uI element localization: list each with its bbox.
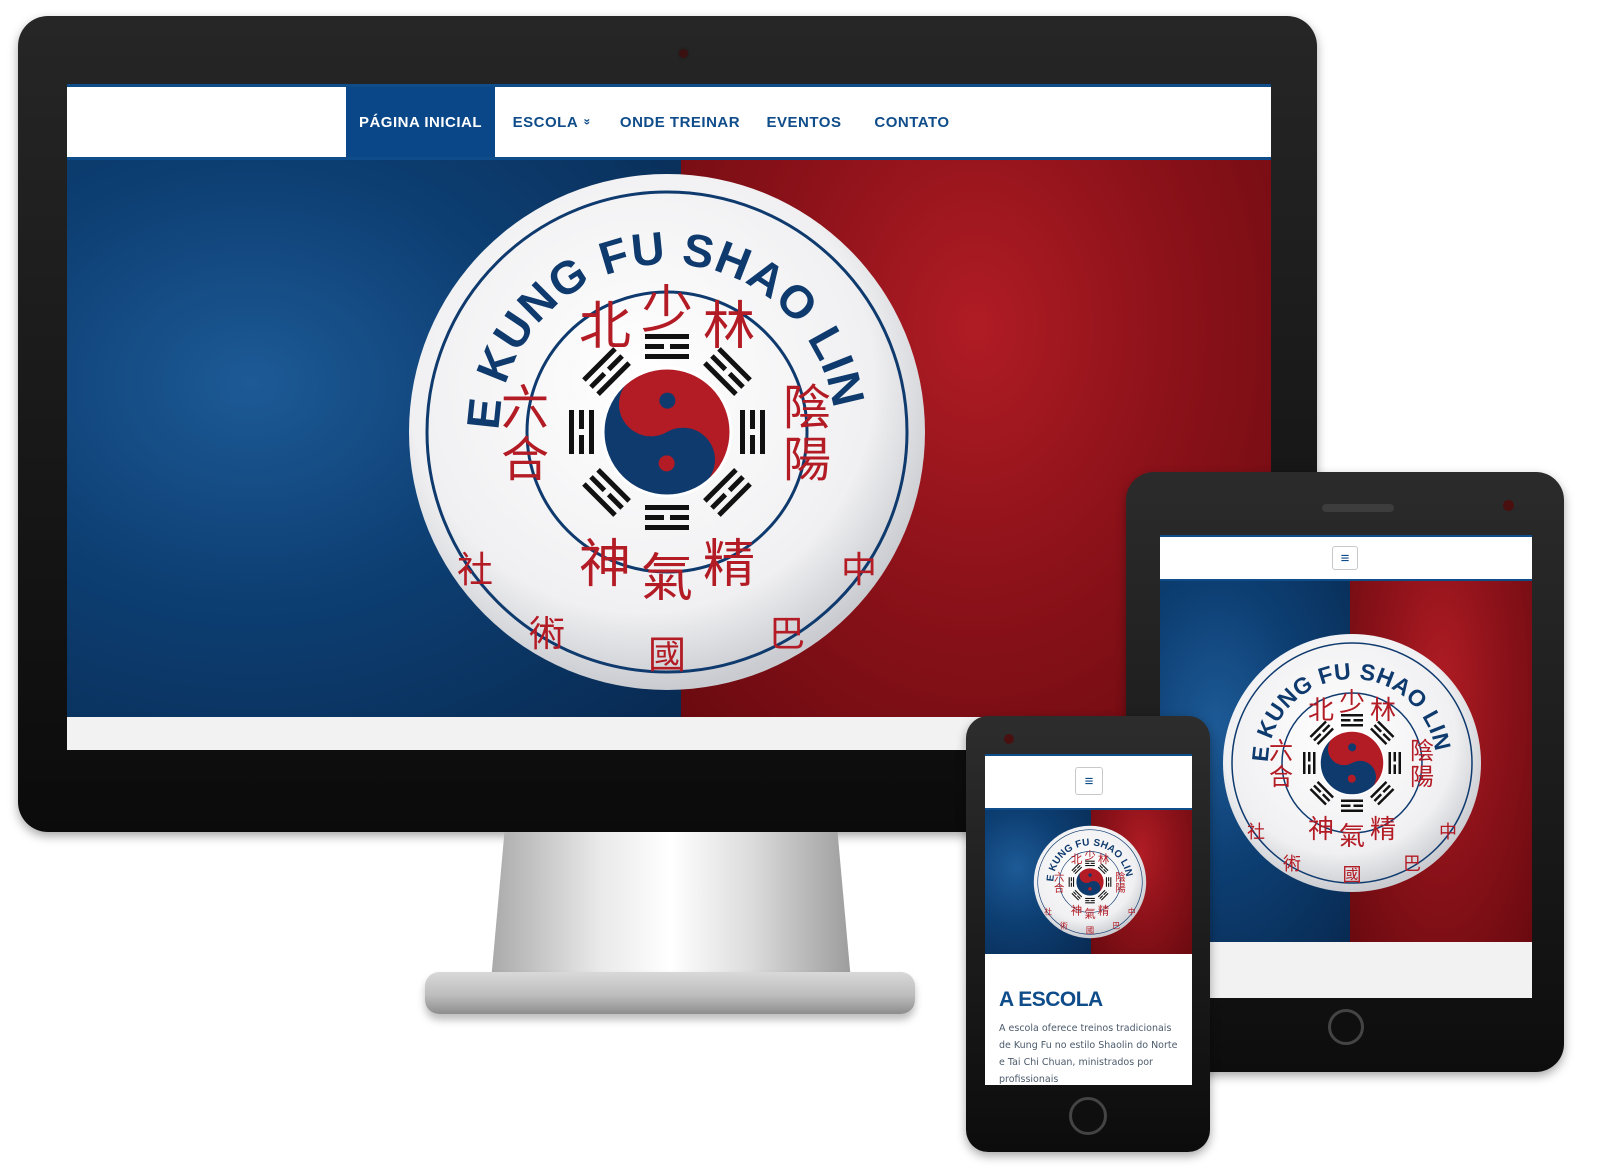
hero-banner: 北少林六合 陰陽神氣精 社術 國 巴中 (1160, 581, 1532, 942)
desktop-monitor: PÁGINA INICIAL ESCOLA» ONDE TREINAR EVEN… (18, 16, 1317, 832)
logo-char: 合 (1269, 763, 1293, 791)
logo-char: 術 (1060, 921, 1068, 931)
logo-char: 北 (1308, 696, 1334, 726)
logo-char: 合 (501, 432, 549, 488)
logo-char: 陰 (1410, 737, 1434, 765)
logo-char: 中 (1128, 907, 1136, 917)
desktop-screen: PÁGINA INICIAL ESCOLA» ONDE TREINAR EVEN… (67, 84, 1271, 750)
logo-char: 精 (1098, 904, 1109, 918)
logo-char: 陽 (1410, 763, 1434, 791)
hamburger-menu-icon[interactable]: ≡ (1332, 546, 1358, 570)
logo-char: 陽 (1115, 883, 1126, 895)
logo-char: 北 (1071, 852, 1082, 866)
nav-item-onde-treinar[interactable]: ONDE TREINAR (619, 87, 741, 157)
school-logo: 北少林六合 陰陽神氣精 社術 國 巴中 (387, 160, 947, 712)
logo-char: 北 (579, 297, 631, 357)
logo-char: 社 (1247, 822, 1265, 843)
logo-char: 六 (1054, 871, 1064, 883)
logo-char: 巴 (1403, 854, 1421, 875)
hero-banner: 北少林六合 陰陽神氣精 社術 國 巴中 (985, 810, 1192, 954)
hero-banner: 北少林六合 陰陽神氣精 社術 國 巴中 (67, 160, 1271, 717)
logo-char: 神 (1308, 815, 1334, 845)
logo-char: 氣 (1084, 907, 1095, 921)
speaker (1322, 504, 1394, 512)
logo-char: 六 (1269, 737, 1293, 765)
nav-item-eventos[interactable]: EVENTOS (759, 87, 849, 157)
school-logo: 北少林六合 陰陽神氣精 社術 國 巴中 (1212, 623, 1492, 903)
logo-char: 國 (648, 633, 686, 677)
nav-item-contato[interactable]: CONTATO (867, 87, 957, 157)
nav-item-escola[interactable]: ESCOLA» (505, 87, 599, 157)
logo-char: 陽 (783, 432, 831, 488)
main-navbar: PÁGINA INICIAL ESCOLA» ONDE TREINAR EVEN… (67, 84, 1271, 160)
logo-char: 社 (457, 550, 493, 591)
nav-item-pagina-inicial[interactable]: PÁGINA INICIAL (346, 87, 495, 157)
camera-icon (1503, 500, 1514, 511)
logo-char: 術 (1283, 854, 1301, 875)
logo-char: 社 (1044, 907, 1052, 917)
logo-char: 陰 (1115, 870, 1126, 883)
logo-char: 中 (841, 550, 877, 591)
logo-char: 精 (1370, 815, 1396, 845)
school-logo: 北少林六合 陰陽神氣精 社術 國 巴中 (1029, 821, 1151, 943)
tablet-navbar: ≡ (1160, 535, 1532, 581)
logo-char: 精 (703, 535, 755, 595)
logo-char: 林 (1098, 852, 1109, 866)
logo-char: 國 (1086, 925, 1094, 935)
home-button[interactable] (1328, 1009, 1364, 1045)
logo-char: 少 (641, 281, 693, 341)
home-button[interactable] (1069, 1097, 1107, 1135)
monitor-stand (490, 832, 852, 992)
camera-icon (677, 47, 690, 60)
section-text: A escola oferece treinos tradicionais de… (999, 1023, 1178, 1085)
logo-char: 合 (1054, 882, 1065, 895)
camera-icon (1004, 734, 1014, 744)
monitor-base (425, 972, 915, 1014)
logo-char: 神 (579, 535, 631, 595)
hamburger-menu-icon[interactable]: ≡ (1075, 767, 1103, 795)
phone-navbar: ≡ (985, 754, 1192, 810)
logo-char: 少 (1084, 848, 1095, 862)
logo-char: 巴 (1112, 922, 1120, 931)
logo-char: 巴 (769, 614, 805, 655)
logo-char: 氣 (1339, 822, 1365, 852)
logo-char: 陰 (783, 380, 831, 436)
logo-char: 神 (1071, 904, 1082, 918)
phone-device: ≡ 北少林六合 陰陽神氣精 社術 國 巴中 A ESCOLA A escola ofer… (966, 716, 1210, 1152)
logo-char: 六 (501, 380, 549, 436)
logo-char: 少 (1339, 688, 1365, 718)
logo-char: 林 (1370, 696, 1396, 726)
tablet-screen: ≡ 北少林六合 陰陽神氣精 社術 國 巴中 (1160, 535, 1532, 998)
chevron-down-icon: » (580, 118, 595, 126)
phone-screen: ≡ 北少林六合 陰陽神氣精 社術 國 巴中 A ESCOLA A escola ofer… (985, 754, 1192, 1085)
logo-char: 林 (703, 297, 755, 357)
logo-char: 國 (1342, 864, 1361, 886)
logo-char: 氣 (641, 549, 693, 609)
logo-char: 術 (529, 614, 565, 655)
logo-char: 中 (1439, 822, 1457, 843)
section-a-escola: A ESCOLA A escola oferece treinos tradic… (985, 954, 1192, 1085)
section-title: A ESCOLA (999, 988, 1103, 1011)
